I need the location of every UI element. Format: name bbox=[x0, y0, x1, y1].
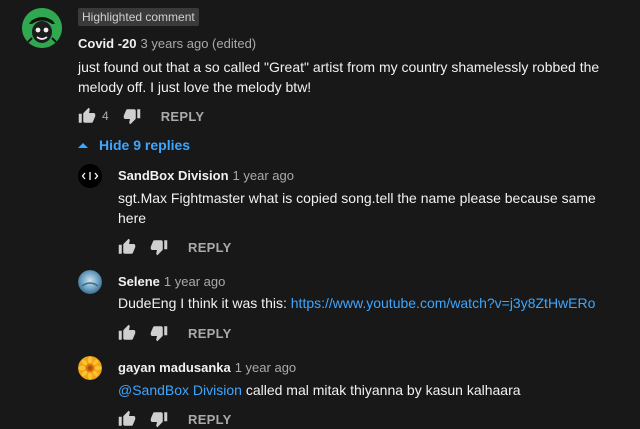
sunflower-icon bbox=[78, 356, 102, 380]
thumbs-up-icon bbox=[118, 238, 136, 254]
like-button[interactable] bbox=[118, 238, 136, 256]
dislike-button[interactable] bbox=[123, 107, 141, 125]
like-count: 4 bbox=[102, 109, 109, 123]
thumbs-up-icon bbox=[118, 410, 136, 426]
reply-text: @SandBox Division called mal mitak thiya… bbox=[118, 380, 628, 400]
hide-replies-button[interactable]: Hide 9 replies bbox=[78, 137, 190, 153]
dislike-button[interactable] bbox=[150, 238, 168, 256]
reply-button[interactable]: REPLY bbox=[161, 109, 205, 124]
reply-button[interactable]: REPLY bbox=[188, 412, 232, 427]
code-brackets-icon bbox=[78, 164, 102, 188]
author-name[interactable]: Covid -20 bbox=[78, 36, 137, 51]
reply-actions: REPLY bbox=[118, 237, 232, 257]
thumbs-down-icon bbox=[150, 412, 168, 428]
dislike-button[interactable] bbox=[150, 410, 168, 428]
hide-replies-label: Hide 9 replies bbox=[99, 137, 191, 153]
reply-text-prefix: DudeEng I think it was this: bbox=[118, 295, 291, 311]
caret-up-icon bbox=[78, 143, 88, 148]
comment-header: Covid -20 3 years ago (edited) bbox=[78, 35, 256, 53]
thumbs-up-icon bbox=[78, 107, 96, 123]
reply-text: sgt.Max Fightmaster what is copied song.… bbox=[118, 190, 596, 226]
avatar[interactable] bbox=[78, 270, 102, 294]
like-button[interactable] bbox=[118, 410, 136, 428]
reply-header: SandBox Division 1 year ago bbox=[118, 167, 294, 185]
thumbs-up-icon bbox=[118, 324, 136, 340]
comment-text: just found out that a so called "Great" … bbox=[78, 59, 600, 95]
video-link[interactable]: https://www.youtube.com/watch?v=j3y8ZtHw… bbox=[291, 295, 596, 311]
reply-actions: REPLY bbox=[118, 409, 232, 429]
avatar[interactable] bbox=[78, 164, 102, 188]
author-name[interactable]: gayan madusanka bbox=[118, 360, 231, 375]
like-button[interactable] bbox=[78, 107, 96, 125]
author-name[interactable]: Selene bbox=[118, 274, 160, 289]
reply-text: DudeEng I think it was this: https://www… bbox=[118, 293, 628, 313]
alien-face-icon bbox=[22, 8, 62, 48]
user-mention[interactable]: @SandBox Division bbox=[118, 382, 242, 398]
reply-text-suffix: called mal mitak thiyanna by kasun kalha… bbox=[241, 382, 521, 398]
timestamp[interactable]: 3 years ago (edited) bbox=[141, 36, 257, 51]
reply-header: Selene 1 year ago bbox=[118, 273, 225, 291]
thumbs-down-icon bbox=[150, 326, 168, 342]
timestamp[interactable]: 1 year ago bbox=[164, 274, 225, 289]
reply-button[interactable]: REPLY bbox=[188, 326, 232, 341]
reply-button[interactable]: REPLY bbox=[188, 240, 232, 255]
like-button[interactable] bbox=[118, 324, 136, 342]
timestamp[interactable]: 1 year ago bbox=[235, 360, 296, 375]
thumbs-down-icon bbox=[150, 240, 168, 256]
highlighted-badge: Highlighted comment bbox=[78, 8, 199, 26]
dislike-button[interactable] bbox=[150, 324, 168, 342]
author-name[interactable]: SandBox Division bbox=[118, 168, 229, 183]
thumbs-down-icon bbox=[123, 109, 140, 125]
comment-actions: 4 REPLY bbox=[78, 106, 204, 126]
avatar[interactable] bbox=[78, 356, 102, 380]
avatar[interactable] bbox=[22, 8, 62, 48]
reply-actions: REPLY bbox=[118, 323, 232, 343]
timestamp[interactable]: 1 year ago bbox=[233, 168, 294, 183]
landscape-photo-icon bbox=[78, 270, 102, 294]
reply-header: gayan madusanka 1 year ago bbox=[118, 359, 296, 377]
